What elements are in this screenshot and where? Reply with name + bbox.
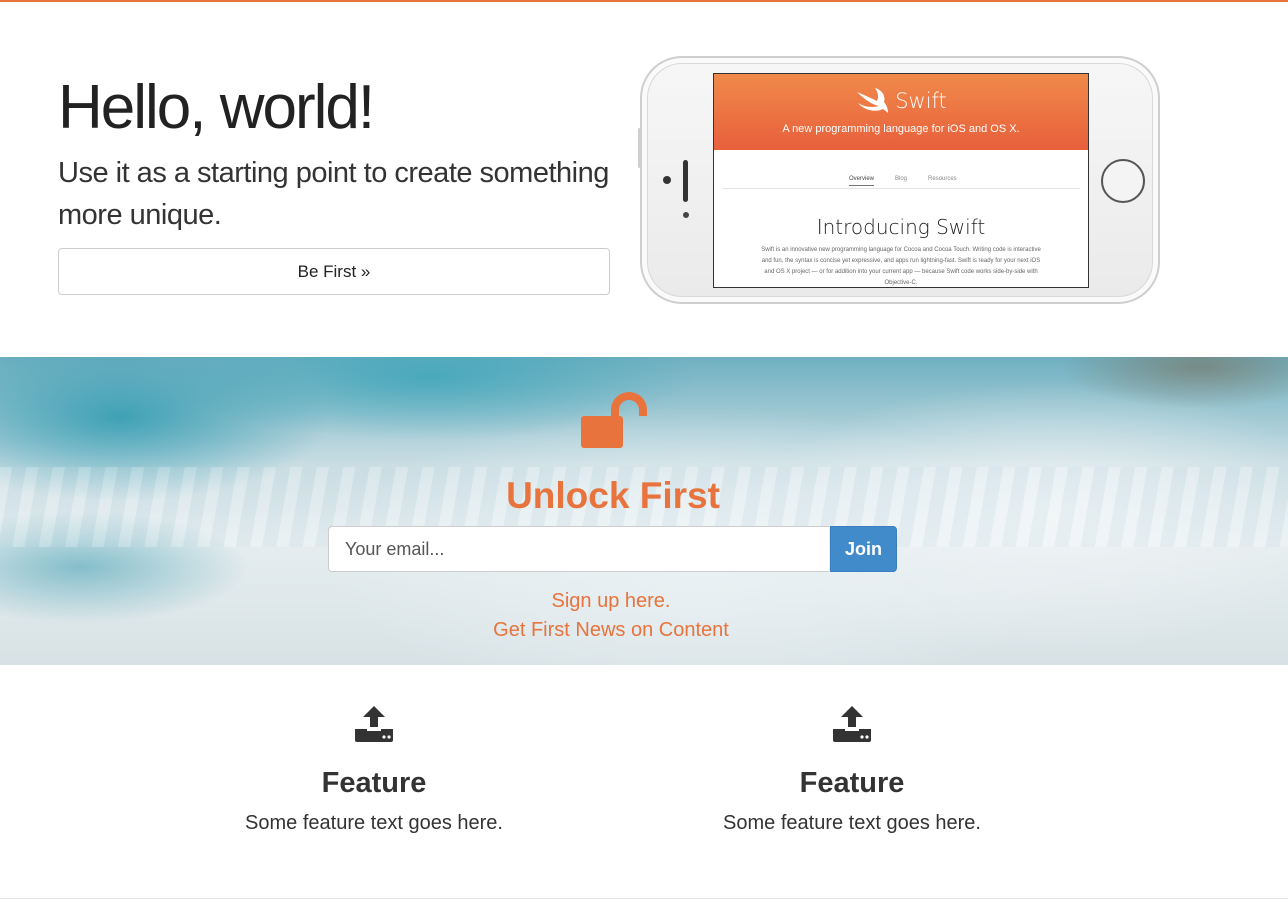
swift-brand: Swift	[895, 89, 947, 113]
hero-section: Hello, world! Use it as a starting point…	[0, 2, 1288, 357]
join-button[interactable]: Join	[830, 526, 897, 572]
swift-body-text: Swift is an innovative new programming l…	[761, 247, 1041, 286]
swift-nav-blog: Blog	[895, 176, 908, 182]
footer-divider	[0, 898, 1288, 899]
features-section: Feature Some feature text goes here. Fea…	[0, 665, 1288, 900]
feature-card: Feature Some feature text goes here.	[652, 665, 1052, 835]
signup-banner: Unlock First Join Sign up here. Get Firs…	[0, 357, 1288, 665]
email-input[interactable]	[328, 526, 829, 572]
feature-title: Feature	[321, 767, 427, 799]
feature-text: Some feature text goes here.	[245, 812, 503, 834]
swift-nav-overview: Overview	[849, 176, 875, 186]
swift-nav-resources: Resources	[928, 176, 957, 182]
phone-home-button	[1101, 159, 1145, 203]
be-first-button[interactable]: Be First »	[58, 248, 610, 295]
unlock-title: Unlock First	[506, 475, 720, 516]
upload-icon	[355, 706, 393, 742]
phone-side-button	[638, 128, 641, 168]
first-news-link[interactable]: Get First News on Content	[0, 619, 1222, 642]
swift-nav: Overview Blog Resources	[722, 150, 1080, 189]
phone-screen: Swift A new programming language for iOS…	[713, 73, 1089, 288]
upload-icon	[833, 706, 871, 742]
sign-up-link[interactable]: Sign up here.	[0, 590, 1222, 613]
swift-header: Swift A new programming language for iOS…	[714, 74, 1088, 150]
unlock-icon	[581, 392, 647, 448]
swift-bird-icon	[857, 88, 889, 113]
phone-sensor	[683, 212, 689, 218]
swift-tagline: A new programming language for iOS and O…	[782, 123, 1020, 135]
iphone-mockup: Swift A new programming language for iOS…	[638, 56, 1160, 304]
feature-card: Feature Some feature text goes here.	[174, 665, 574, 835]
hero-subtitle: Use it as a starting point to create som…	[58, 157, 609, 231]
phone-speaker	[683, 160, 688, 202]
feature-text: Some feature text goes here.	[723, 812, 981, 834]
feature-title: Feature	[799, 767, 905, 799]
hero-title: Hello, world!	[58, 73, 375, 142]
swift-heading: Introducing Swift	[816, 215, 986, 239]
phone-camera	[663, 176, 671, 184]
